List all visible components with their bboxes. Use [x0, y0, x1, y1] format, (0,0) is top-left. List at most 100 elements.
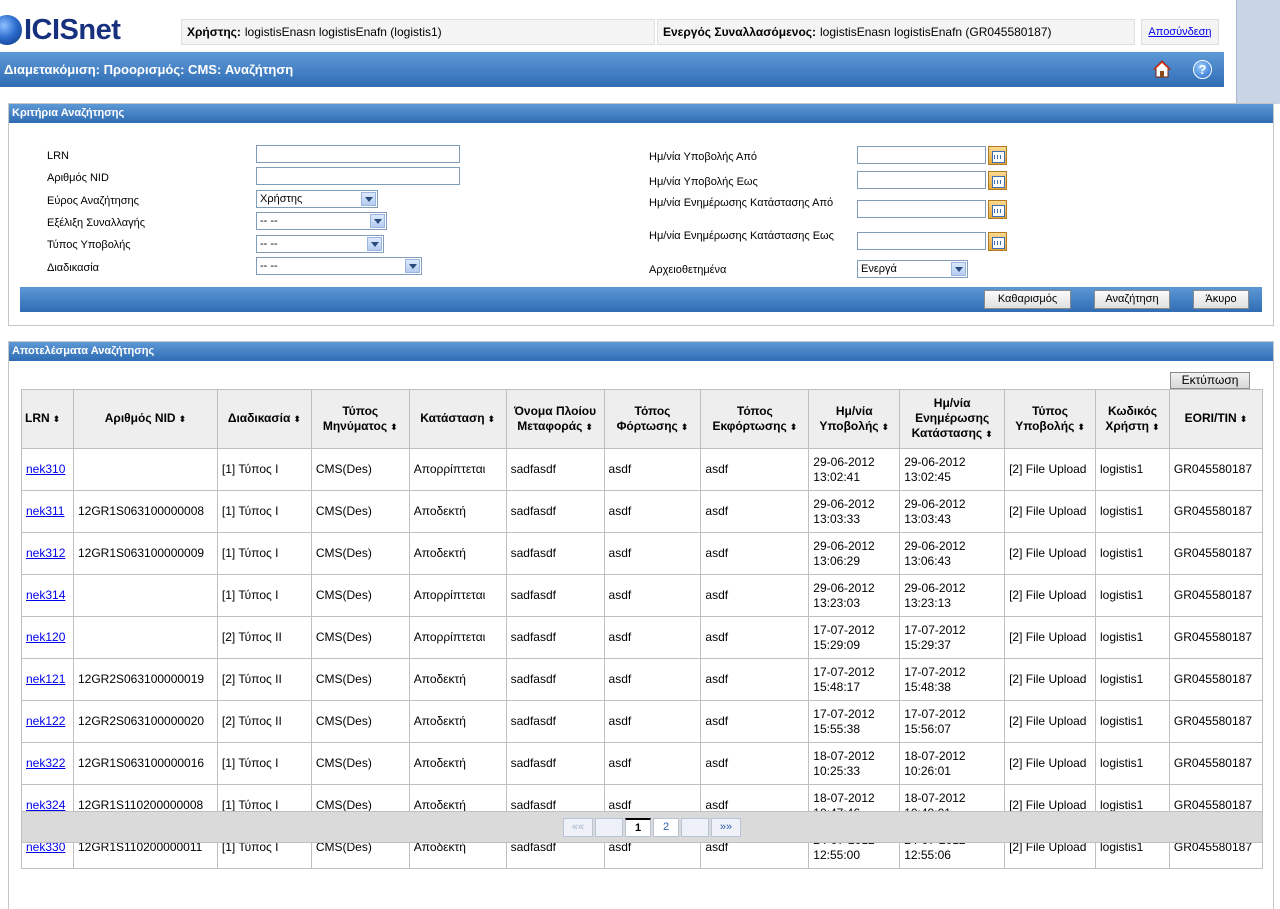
cell-lrn[interactable]: nek121 [21, 658, 74, 701]
pager-prev-button[interactable] [595, 818, 623, 837]
sort-icon[interactable]: ⬍ [53, 414, 61, 424]
calendar-icon[interactable] [988, 200, 1007, 219]
cell-nid: 12GR1S063100000016 [72, 742, 218, 785]
lrn-input[interactable] [256, 145, 460, 163]
submit-from-input[interactable] [857, 146, 986, 164]
column-header-nid[interactable]: Αριθμός NID ⬍ [72, 389, 218, 449]
sort-icon[interactable]: ⬍ [1152, 422, 1160, 432]
sort-icon[interactable]: ⬍ [985, 429, 993, 439]
table-row[interactable]: nek121 12GR2S063100000019 [2] Τύπος II CMS(… [21, 658, 1264, 701]
cell-lrn[interactable]: nek120 [21, 616, 74, 659]
table-row[interactable]: nek312 12GR1S063100000009 [1] Τύπος I CMS(D… [21, 532, 1264, 575]
table-row[interactable]: nek120 [2] Τύπος II CMS(Des) Απορρίπτεται sa… [21, 616, 1264, 659]
logout-link[interactable]: Αποσύνδεση [1148, 26, 1211, 38]
table-row[interactable]: nek314 [1] Τύπος I CMS(Des) Απορρίπτεται sad… [21, 574, 1264, 617]
sort-icon[interactable]: ⬍ [390, 422, 398, 432]
active-trader-info: Ενεργός Συναλλασόμενος: logistisEnasn lo… [657, 19, 1135, 45]
column-header-user-code[interactable]: Κωδικός Χρήστη ⬍ [1095, 389, 1170, 449]
cell-lrn[interactable]: nek311 [21, 490, 74, 533]
pager-first-button[interactable]: «« [563, 818, 593, 837]
status-to-input[interactable] [857, 232, 986, 250]
sort-icon[interactable]: ⬍ [1077, 422, 1085, 432]
lrn-link[interactable]: nek121 [26, 672, 65, 686]
page-title: Διαμετακόμιση: Προορισμός: CMS: Αναζήτησ… [4, 62, 294, 77]
lrn-link[interactable]: nek122 [26, 714, 65, 728]
home-icon[interactable] [1153, 60, 1171, 78]
archived-select[interactable]: Ενεργά [857, 260, 968, 278]
column-header-message-type[interactable]: Τύπος Μηνύματος ⬍ [310, 389, 410, 449]
pager-next-button[interactable] [681, 818, 709, 837]
cell-status: Αποδεκτή [408, 490, 507, 533]
print-button[interactable]: Εκτύπωση [1170, 372, 1250, 389]
cell-submission-date: 29-06-2012 13:06:29 [808, 532, 901, 575]
calendar-icon[interactable] [988, 171, 1007, 190]
status-from-input[interactable] [857, 200, 986, 218]
evolution-select[interactable]: -- -- [256, 212, 387, 230]
column-header-eori-tin[interactable]: EORI/TIN ⬍ [1168, 389, 1264, 449]
table-row[interactable]: nek122 12GR2S063100000020 [2] Τύπος II CMS(… [21, 700, 1264, 743]
lrn-link[interactable]: nek322 [26, 756, 65, 770]
cancel-button[interactable]: Άκυρο [1193, 290, 1249, 309]
lrn-link[interactable]: nek310 [26, 462, 65, 476]
search-button[interactable]: Αναζήτηση [1094, 290, 1170, 309]
cell-vessel-name: sadfasdf [505, 490, 605, 533]
calendar-icon[interactable] [988, 232, 1007, 251]
sort-icon[interactable]: ⬍ [488, 414, 496, 424]
table-row[interactable]: nek311 12GR1S063100000008 [1] Τύπος I CMS(D… [21, 490, 1264, 533]
lrn-link[interactable]: nek120 [26, 630, 65, 644]
lrn-link[interactable]: nek312 [26, 546, 65, 560]
cell-submission-date: 17-07-2012 15:55:38 [808, 700, 901, 743]
submission-type-value: -- -- [260, 238, 278, 250]
column-header-unloading-place[interactable]: Τόπος Εκφόρτωσης ⬍ [700, 389, 810, 449]
column-header-submission-type[interactable]: Τύπος Υποβολής ⬍ [1004, 389, 1096, 449]
column-header-status-update-date[interactable]: Ημ/νία Ενημέρωσης Κατάστασης ⬍ [899, 389, 1006, 449]
sort-icon[interactable]: ⬍ [1240, 414, 1248, 424]
lrn-link[interactable]: nek324 [26, 798, 65, 812]
globe-icon [0, 15, 22, 45]
pager-page-current[interactable]: 1 [625, 818, 651, 837]
cell-procedure: [2] Τύπος II [216, 700, 312, 743]
cell-message-type: CMS(Des) [310, 448, 410, 491]
column-header-loading-place[interactable]: Τόπος Φόρτωσης ⬍ [603, 389, 702, 449]
cell-status-update-date: 17-07-2012 15:48:38 [899, 658, 1006, 701]
cell-lrn[interactable]: nek322 [21, 742, 74, 785]
sort-icon[interactable]: ⬍ [681, 422, 689, 432]
lrn-label: LRN [47, 150, 70, 162]
column-header-label: Ημ/νία Ενημέρωσης Κατάστασης [911, 396, 990, 440]
calendar-icon[interactable] [988, 146, 1007, 165]
column-header-label: Τύπος Μηνύματος [322, 403, 388, 433]
submission-type-select[interactable]: -- -- [256, 235, 384, 253]
cell-loading-place: asdf [603, 742, 702, 785]
chevron-down-icon [370, 214, 385, 228]
lrn-link[interactable]: nek311 [26, 504, 64, 518]
pager-page-link[interactable]: 2 [653, 818, 679, 837]
clear-button[interactable]: Καθαρισμός [984, 290, 1071, 309]
nid-input[interactable] [256, 167, 460, 185]
help-icon[interactable]: ? [1193, 60, 1212, 79]
cell-loading-place: asdf [603, 574, 702, 617]
column-header-status[interactable]: Κατάσταση ⬍ [408, 389, 507, 449]
cell-message-type: CMS(Des) [310, 532, 410, 575]
search-range-select[interactable]: Χρήστης [256, 190, 378, 208]
submit-to-input[interactable] [857, 171, 986, 189]
column-header-submission-date[interactable]: Ημ/νία Υποβολής ⬍ [808, 389, 901, 449]
sort-icon[interactable]: ⬍ [179, 414, 187, 424]
cell-lrn[interactable]: nek314 [21, 574, 74, 617]
cell-lrn[interactable]: nek312 [21, 532, 74, 575]
cell-lrn[interactable]: nek122 [21, 700, 74, 743]
column-header-vessel-name[interactable]: Όνομα Πλοίου Μεταφοράς ⬍ [505, 389, 605, 449]
column-header-procedure[interactable]: Διαδικασία ⬍ [216, 389, 312, 449]
procedure-select[interactable]: -- -- [256, 257, 422, 275]
table-row[interactable]: nek310 [1] Τύπος I CMS(Des) Απορρίπτεται sad… [21, 448, 1264, 491]
cell-lrn[interactable]: nek310 [21, 448, 74, 491]
cell-submission-type: [2] File Upload [1004, 574, 1096, 617]
table-row[interactable]: nek322 12GR1S063100000016 [1] Τύπος I CMS(D… [21, 742, 1264, 785]
column-header-lrn[interactable]: LRN ⬍ [21, 389, 74, 449]
cell-eori-tin: GR045580187 [1168, 490, 1264, 533]
sort-icon[interactable]: ⬍ [882, 422, 890, 432]
sort-icon[interactable]: ⬍ [585, 422, 593, 432]
sort-icon[interactable]: ⬍ [293, 414, 301, 424]
pager-last-button[interactable]: »» [711, 818, 741, 837]
lrn-link[interactable]: nek314 [26, 588, 65, 602]
sort-icon[interactable]: ⬍ [790, 422, 798, 432]
